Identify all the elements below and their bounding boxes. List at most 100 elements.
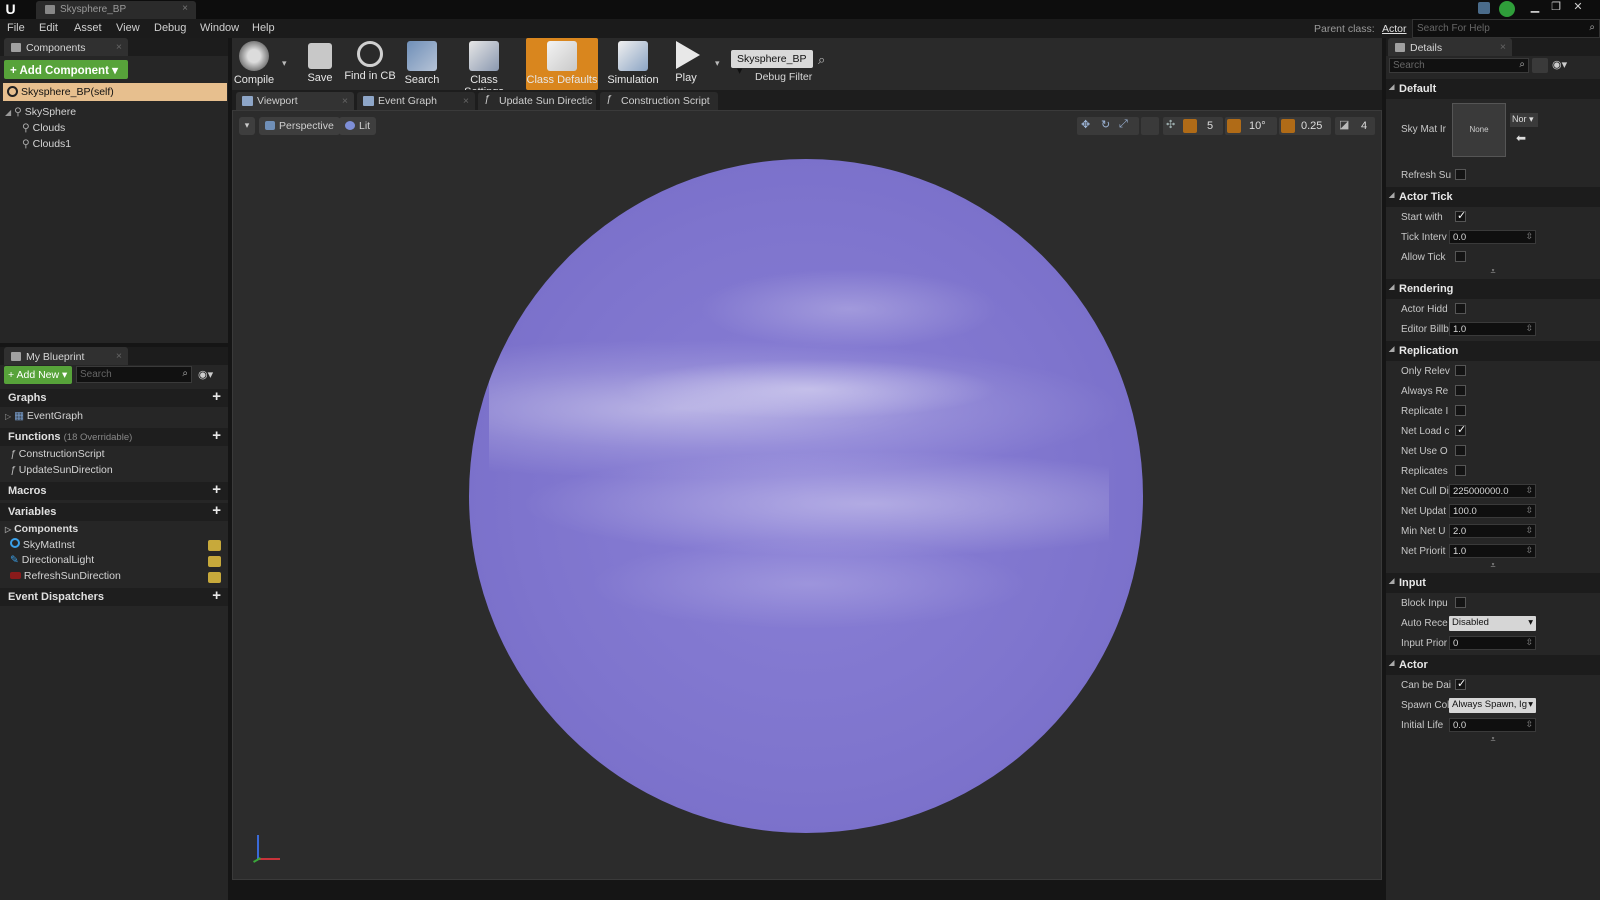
my-blueprint-tab[interactable]: My Blueprint ×: [4, 347, 128, 365]
help-search-input[interactable]: Search For Help ⌕: [1412, 19, 1600, 38]
function-item-updatesundirection[interactable]: ƒ UpdateSunDirection: [10, 464, 113, 476]
rotation-snap-value[interactable]: 10°: [1249, 120, 1266, 132]
details-search-input[interactable]: Search ⌕: [1389, 58, 1529, 73]
event-dispatchers-section[interactable]: Event Dispatchers +: [0, 588, 228, 606]
refresh-checkbox[interactable]: [1455, 169, 1466, 180]
menu-view[interactable]: View: [116, 22, 140, 34]
sky-mat-select[interactable]: Nor ▾: [1510, 113, 1538, 127]
close-tab-icon[interactable]: ×: [116, 41, 122, 53]
close-tab-icon[interactable]: ×: [1500, 41, 1506, 53]
document-tab[interactable]: Skysphere_BP ×: [36, 1, 196, 19]
net-cull-field[interactable]: 225000000.0 ⇳: [1449, 484, 1536, 498]
section-default[interactable]: Default: [1386, 79, 1600, 99]
surface-snap-icon[interactable]: ✣: [1166, 118, 1175, 131]
section-replication[interactable]: Replication: [1386, 341, 1600, 361]
scale-icon[interactable]: ⤢: [1119, 118, 1128, 131]
use-selected-arrow-icon[interactable]: ⬅: [1516, 131, 1526, 145]
menu-asset[interactable]: Asset: [74, 22, 102, 34]
close-tab-icon[interactable]: ×: [342, 95, 348, 107]
tab-construction-script[interactable]: ƒ Construction Script: [600, 92, 718, 110]
view-options-eye-icon[interactable]: ◉▾: [198, 368, 213, 381]
initial-life-field[interactable]: 0.0 ⇳: [1449, 718, 1536, 732]
section-actor[interactable]: Actor: [1386, 655, 1600, 675]
camera-speed-value[interactable]: 4: [1361, 120, 1367, 132]
add-dispatcher-button[interactable]: +: [212, 588, 221, 603]
add-function-button[interactable]: +: [212, 428, 221, 443]
compile-button[interactable]: Compile: [232, 38, 276, 90]
tab-update-sun-direction[interactable]: ƒ Update Sun Directic ×: [478, 92, 596, 110]
close-window-button[interactable]: ✕: [1567, 0, 1589, 16]
tick-interval-field[interactable]: 0.0 ⇳: [1449, 230, 1536, 244]
graphs-section[interactable]: Graphs +: [0, 389, 228, 407]
play-button[interactable]: Play: [668, 38, 704, 90]
tree-item-clouds[interactable]: ⚲ Clouds: [22, 122, 65, 134]
find-in-cb-button[interactable]: Find in CB: [344, 38, 396, 90]
search-button[interactable]: Search: [402, 38, 442, 90]
class-settings-button[interactable]: Class Settings: [450, 38, 518, 98]
can-be-damaged-checkbox[interactable]: [1455, 677, 1466, 690]
net-update-field[interactable]: 100.0 ⇳: [1449, 504, 1536, 518]
view-options-eye-icon[interactable]: ◉▾: [1552, 58, 1567, 71]
visibility-eye-icon[interactable]: [208, 556, 221, 567]
editor-billboard-field[interactable]: 1.0 ⇳: [1449, 322, 1536, 336]
rotate-icon[interactable]: ↻: [1101, 118, 1110, 131]
visibility-eye-icon[interactable]: [208, 572, 221, 583]
variable-item-refreshsundirection[interactable]: RefreshSunDirection: [10, 570, 226, 586]
scale-snap-icon[interactable]: [1281, 119, 1295, 133]
grid-snap-value[interactable]: 5: [1207, 120, 1213, 132]
expand-arrow-icon[interactable]: ◢: [5, 108, 11, 117]
function-item-constructionscript[interactable]: ƒ ConstructionScript: [10, 448, 105, 460]
section-actor-tick[interactable]: Actor Tick: [1386, 187, 1600, 207]
class-defaults-button[interactable]: Class Defaults: [526, 38, 598, 90]
components-category[interactable]: ▷ Components: [5, 523, 78, 535]
tree-item-skysphere[interactable]: ◢ ⚲ SkySphere: [5, 106, 76, 118]
section-input[interactable]: Input: [1386, 573, 1600, 593]
grid-snap-icon[interactable]: [1183, 119, 1197, 133]
simulation-button[interactable]: Simulation: [606, 38, 660, 90]
viewport-options-chevron-icon[interactable]: ▾: [239, 117, 255, 135]
details-tab[interactable]: Details ×: [1388, 38, 1512, 56]
blueprint-search-input[interactable]: Search ⌕: [76, 366, 192, 383]
close-tab-icon[interactable]: ×: [463, 95, 469, 107]
graph-item-eventgraph[interactable]: ▷ ▦ EventGraph: [5, 410, 83, 422]
close-tab-icon[interactable]: ×: [182, 3, 188, 14]
camera-speed-icon[interactable]: ◪: [1339, 118, 1349, 131]
menu-window[interactable]: Window: [200, 22, 239, 34]
min-net-update-field[interactable]: 2.0 ⇳: [1449, 524, 1536, 538]
tree-item-clouds1[interactable]: ⚲ Clouds1: [22, 138, 71, 150]
notification-icon[interactable]: [1478, 2, 1490, 14]
start-with-tick-checkbox[interactable]: [1455, 209, 1466, 222]
net-load-checkbox[interactable]: [1455, 423, 1466, 436]
play-options-chevron-icon[interactable]: ▾: [715, 58, 720, 69]
lit-button[interactable]: Lit: [339, 117, 377, 135]
close-tab-icon[interactable]: ×: [116, 350, 122, 362]
net-use-owner-checkbox[interactable]: [1455, 445, 1466, 456]
components-tab[interactable]: Components ×: [4, 38, 128, 56]
only-relevant-checkbox[interactable]: [1455, 365, 1466, 376]
close-tab-icon[interactable]: ×: [584, 95, 590, 107]
debug-object-select[interactable]: Skysphere_BP ▾: [731, 50, 813, 77]
expand-advanced-icon[interactable]: ⩡: [1386, 735, 1600, 745]
viewport[interactable]: ▾ Perspective Lit ✥ ↻ ⤢ ✣ 5 10° 0.25 ◪ 4: [232, 110, 1382, 880]
add-variable-button[interactable]: +: [212, 503, 221, 518]
macros-section[interactable]: Macros +: [0, 482, 228, 500]
replicates-checkbox[interactable]: [1455, 465, 1466, 476]
translate-icon[interactable]: ✥: [1081, 118, 1090, 131]
coordinate-space-icon[interactable]: [1141, 117, 1159, 135]
maximize-button[interactable]: ❐: [1545, 0, 1567, 16]
source-control-icon[interactable]: [1499, 1, 1515, 17]
menu-edit[interactable]: Edit: [39, 22, 58, 34]
add-macro-button[interactable]: +: [212, 482, 221, 497]
compile-options-chevron-icon[interactable]: ▾: [282, 58, 287, 69]
expand-advanced-icon[interactable]: ⩡: [1386, 561, 1600, 571]
variables-section[interactable]: Variables +: [0, 503, 228, 521]
menu-debug[interactable]: Debug: [154, 22, 186, 34]
parent-class-link[interactable]: Actor: [1382, 23, 1407, 35]
skysphere-mesh[interactable]: [469, 159, 1143, 833]
actor-hidden-checkbox[interactable]: [1455, 303, 1466, 314]
functions-section[interactable]: Functions (18 Overridable) +: [0, 428, 228, 446]
expand-advanced-icon[interactable]: ⩡: [1386, 267, 1600, 277]
sky-mat-thumbnail[interactable]: None: [1452, 103, 1506, 157]
auto-receive-select[interactable]: Disabled ▾: [1449, 616, 1536, 631]
expand-arrow-icon[interactable]: ▷: [5, 525, 11, 534]
